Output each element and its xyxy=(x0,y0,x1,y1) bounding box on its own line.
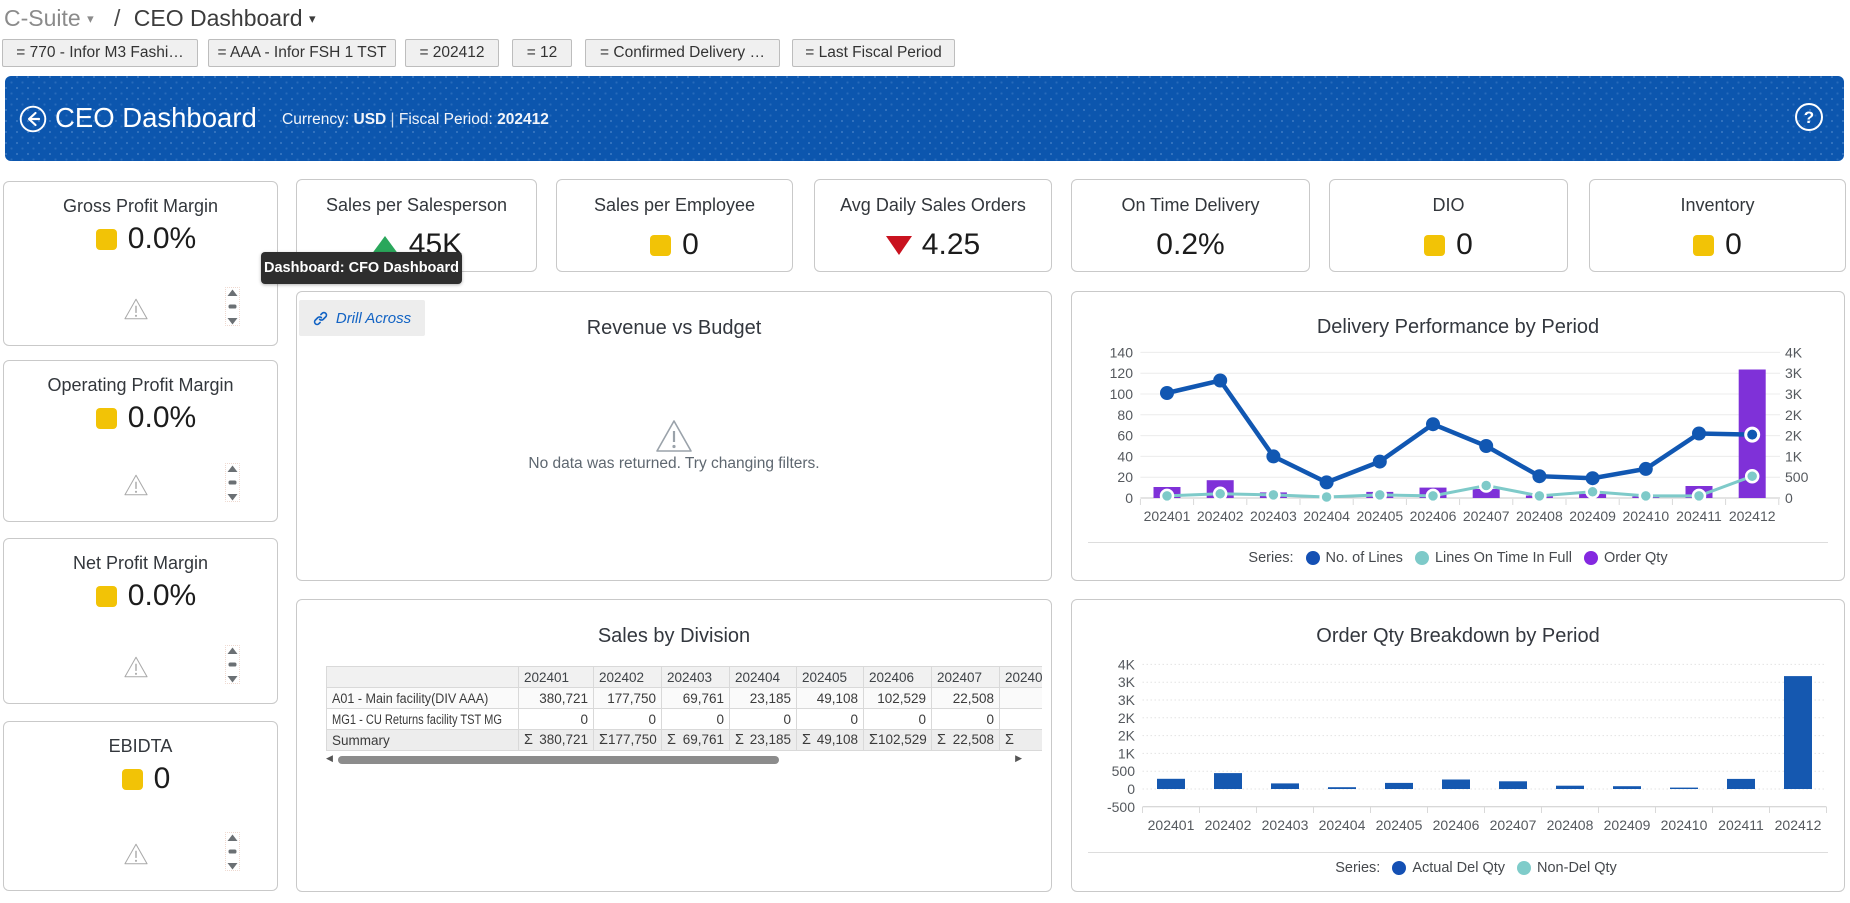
svg-text:1K: 1K xyxy=(1785,448,1803,464)
svg-text:140: 140 xyxy=(1110,344,1134,360)
svg-text:4K: 4K xyxy=(1785,344,1803,360)
svg-text:202409: 202409 xyxy=(1604,817,1651,833)
svg-text:80: 80 xyxy=(1117,407,1133,423)
svg-text:202405: 202405 xyxy=(1356,508,1403,524)
svg-text:202404: 202404 xyxy=(1303,508,1350,524)
svg-text:0: 0 xyxy=(1125,490,1133,506)
svg-text:202408: 202408 xyxy=(1547,817,1594,833)
svg-text:100: 100 xyxy=(1110,386,1134,402)
svg-text:202409: 202409 xyxy=(1569,508,1616,524)
svg-text:202402: 202402 xyxy=(1205,817,1252,833)
svg-text:202410: 202410 xyxy=(1622,508,1669,524)
svg-text:2K: 2K xyxy=(1118,710,1136,726)
svg-text:202406: 202406 xyxy=(1410,508,1457,524)
svg-text:2K: 2K xyxy=(1785,407,1803,423)
svg-text:2K: 2K xyxy=(1118,728,1136,744)
svg-text:202406: 202406 xyxy=(1433,817,1480,833)
svg-text:202401: 202401 xyxy=(1148,817,1195,833)
svg-text:-500: -500 xyxy=(1107,799,1135,815)
svg-text:0: 0 xyxy=(1127,781,1135,797)
svg-text:202411: 202411 xyxy=(1718,817,1764,833)
svg-text:202403: 202403 xyxy=(1250,508,1297,524)
svg-text:3K: 3K xyxy=(1785,386,1803,402)
svg-text:202408: 202408 xyxy=(1516,508,1563,524)
svg-text:202401: 202401 xyxy=(1144,508,1191,524)
svg-text:202412: 202412 xyxy=(1775,817,1822,833)
svg-text:202412: 202412 xyxy=(1729,508,1776,524)
svg-text:60: 60 xyxy=(1117,428,1133,444)
svg-text:Order Qty Breakdown by Period: Order Qty Breakdown by Period xyxy=(1316,625,1599,647)
svg-text:120: 120 xyxy=(1110,365,1134,381)
svg-text:500: 500 xyxy=(1112,763,1136,779)
svg-text:4K: 4K xyxy=(1118,656,1136,672)
svg-text:3K: 3K xyxy=(1785,365,1803,381)
svg-text:202402: 202402 xyxy=(1197,508,1244,524)
svg-text:20: 20 xyxy=(1117,469,1133,485)
svg-text:202403: 202403 xyxy=(1262,817,1309,833)
svg-text:1K: 1K xyxy=(1118,745,1136,761)
svg-text:202410: 202410 xyxy=(1661,817,1708,833)
svg-text:500: 500 xyxy=(1785,469,1809,485)
svg-text:Delivery Performance by Period: Delivery Performance by Period xyxy=(1317,316,1599,338)
svg-text:202407: 202407 xyxy=(1463,508,1510,524)
svg-text:3K: 3K xyxy=(1118,692,1136,708)
svg-text:40: 40 xyxy=(1117,448,1133,464)
svg-text:202404: 202404 xyxy=(1319,817,1366,833)
svg-text:202407: 202407 xyxy=(1490,817,1537,833)
svg-text:202411: 202411 xyxy=(1676,508,1722,524)
svg-text:0: 0 xyxy=(1785,490,1793,506)
svg-text:202405: 202405 xyxy=(1376,817,1423,833)
svg-text:?: ? xyxy=(1804,108,1814,127)
svg-text:2K: 2K xyxy=(1785,428,1803,444)
svg-text:3K: 3K xyxy=(1118,674,1136,690)
